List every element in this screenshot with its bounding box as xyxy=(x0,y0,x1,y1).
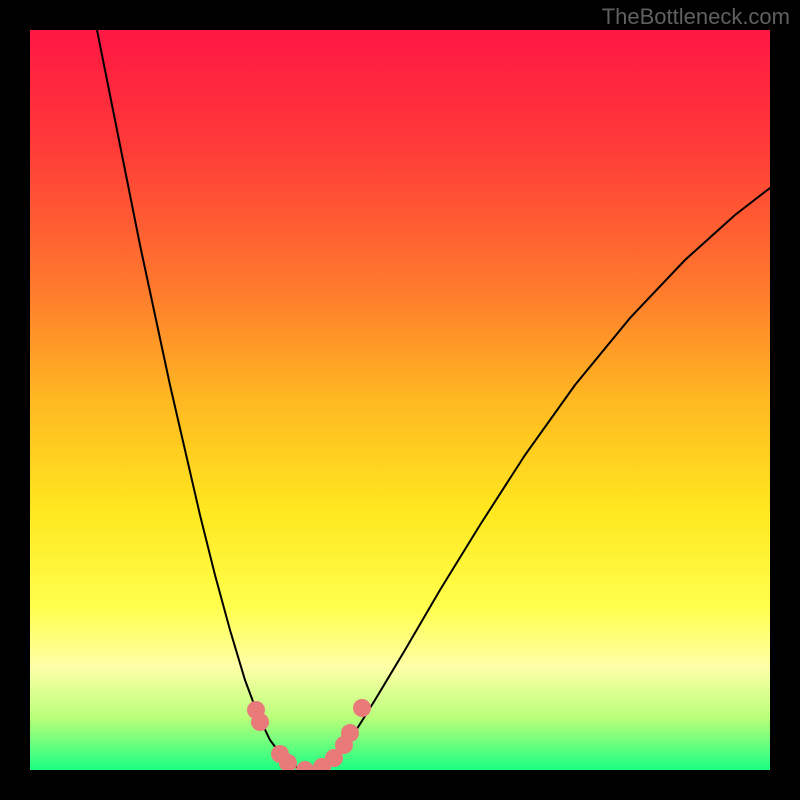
marker-point xyxy=(279,754,297,772)
marker-point xyxy=(251,713,269,731)
marker-point xyxy=(353,699,371,717)
marker-point xyxy=(341,724,359,742)
chart-container: TheBottleneck.com xyxy=(0,0,800,800)
chart-svg xyxy=(0,0,800,800)
watermark-text: TheBottleneck.com xyxy=(602,4,790,30)
